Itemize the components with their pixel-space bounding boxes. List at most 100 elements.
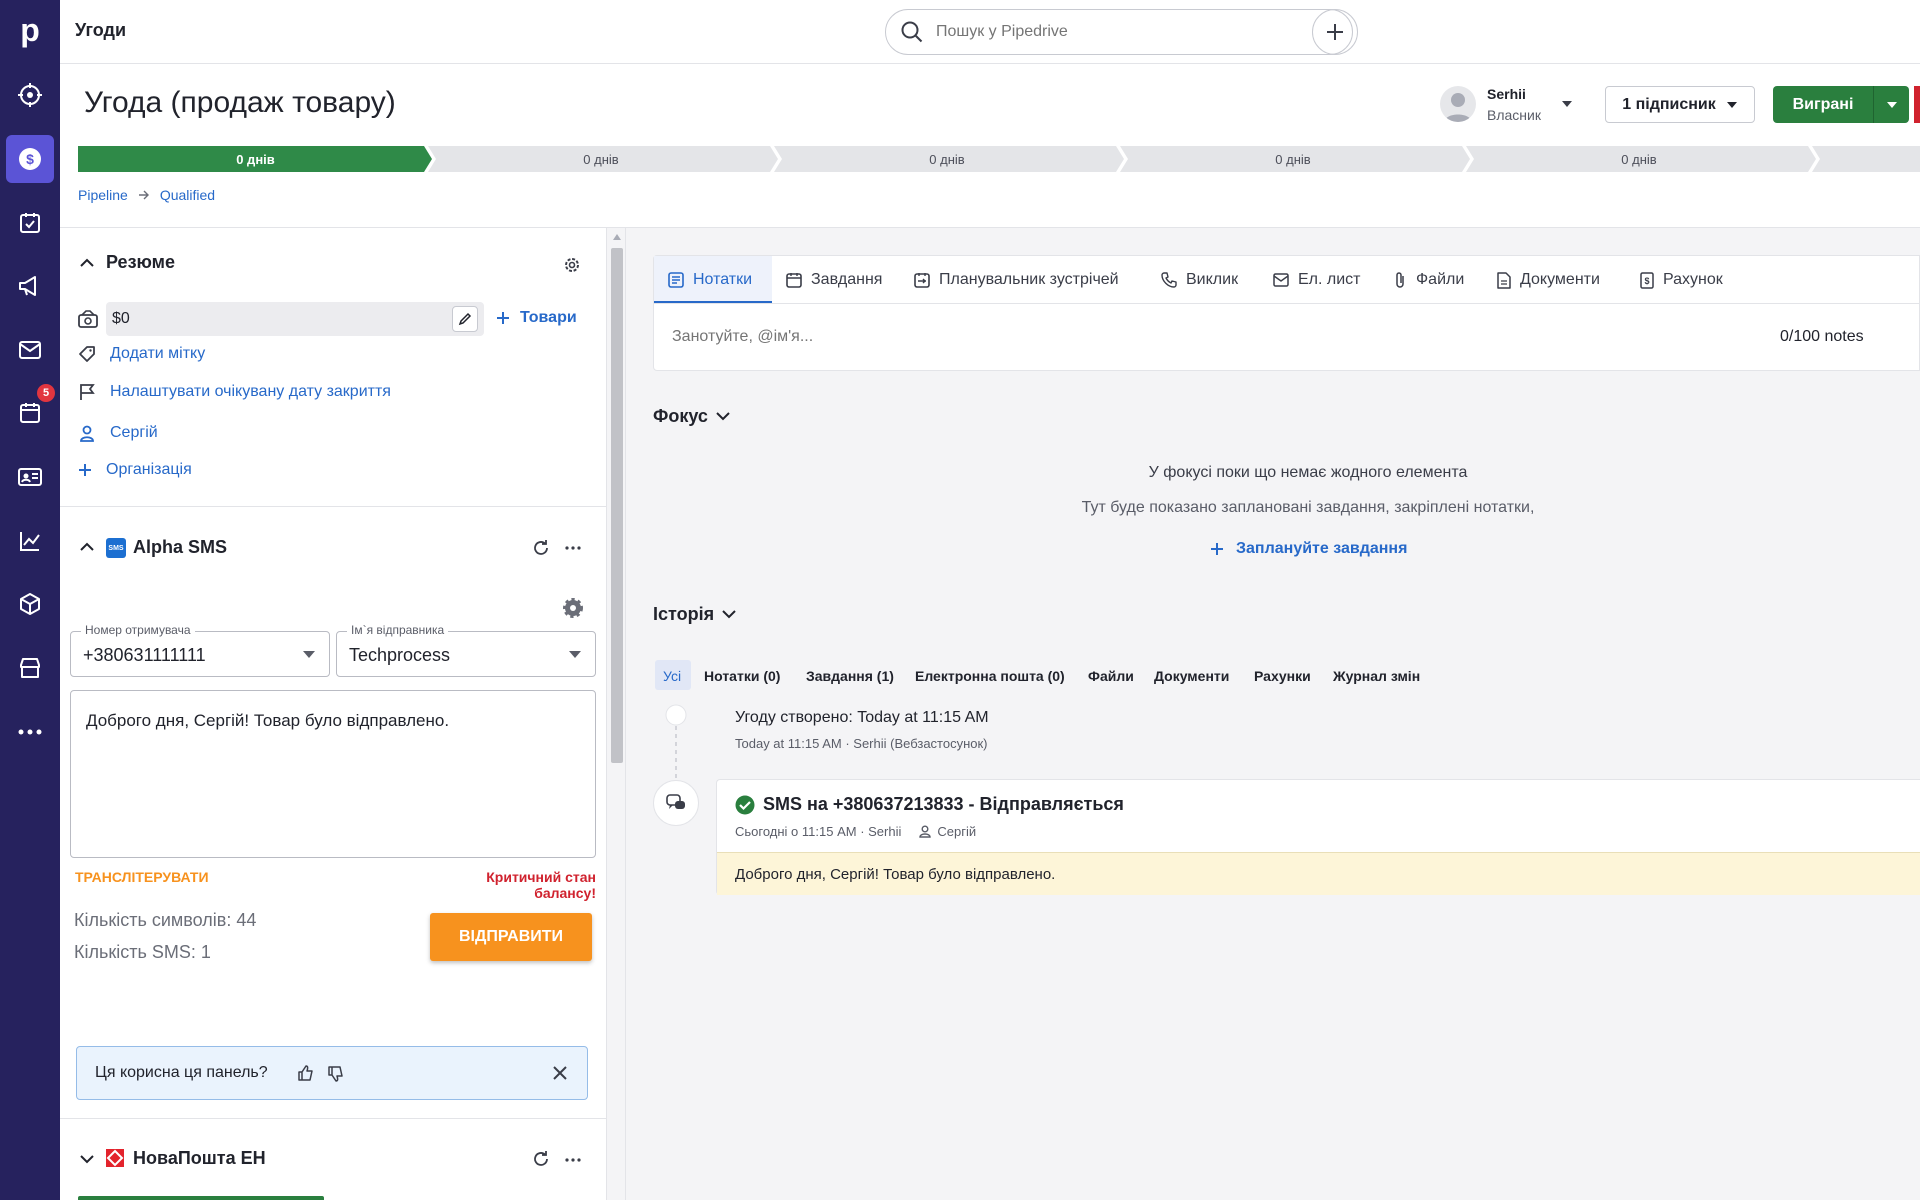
svg-text:$: $: [26, 151, 34, 167]
nova-expand-icon[interactable]: [80, 1154, 94, 1164]
alpha-sms-logo-icon: SMS: [106, 538, 126, 558]
more-icon[interactable]: [565, 1158, 581, 1162]
close-icon[interactable]: [553, 1066, 567, 1080]
nova-section-title: НоваПошта ЕН: [133, 1148, 266, 1168]
sms-message-textarea[interactable]: Доброго дня, Сергій! Товар було відправл…: [70, 690, 596, 858]
thumbs-down-icon[interactable]: [327, 1065, 345, 1083]
owner-dropdown-icon[interactable]: [1561, 100, 1573, 108]
sms-activity-meta-row: Сьогодні о 11:15 AM · Serhii Сергій: [735, 824, 976, 839]
edit-value-button[interactable]: [452, 306, 478, 332]
organization-row[interactable]: Організація: [78, 461, 192, 479]
nav-contacts-icon[interactable]: [6, 453, 54, 501]
char-count: Кількість символів: 44: [74, 910, 257, 930]
refresh-icon[interactable]: [532, 1150, 550, 1168]
feedback-question: Ця корисна ця панель?: [95, 1064, 268, 1081]
history-filter-email[interactable]: Електронна пошта (0): [915, 663, 1065, 689]
organization-link[interactable]: Організація: [106, 461, 192, 479]
person-link[interactable]: Сергій: [110, 424, 158, 442]
add-label-row[interactable]: Додати мітку: [78, 345, 205, 363]
history-filter-all[interactable]: Усі: [663, 663, 681, 689]
focus-toggle[interactable]: Фокус: [653, 406, 730, 427]
add-products-button[interactable]: Товари: [496, 309, 577, 327]
history-filter-changelog[interactable]: Журнал змін: [1333, 663, 1420, 689]
thumbs-up-icon[interactable]: [297, 1064, 315, 1082]
plus-icon: [79, 464, 91, 476]
more-icon[interactable]: [565, 546, 581, 550]
send-sms-button[interactable]: ВІДПРАВИТИ: [430, 913, 592, 961]
schedule-task-button[interactable]: Заплануйте завдання: [1210, 540, 1407, 558]
sender-value: Techprocess: [349, 645, 451, 665]
history-filter-tasks[interactable]: Завдання (1): [806, 663, 894, 689]
stage-label-1: 0 днів: [236, 151, 275, 167]
owner-role: Власник: [1487, 107, 1541, 123]
nav-more-icon[interactable]: [6, 708, 54, 756]
history-filter-files[interactable]: Файли: [1088, 663, 1134, 689]
deal-value-field[interactable]: $0: [106, 302, 484, 336]
lost-button-edge[interactable]: [1914, 86, 1920, 123]
sms-activity-body: Доброго дня, Сергій! Товар було відправл…: [717, 852, 1920, 895]
left-navigation-rail: p $ 5: [0, 0, 60, 1200]
nav-campaigns-megaphone-icon[interactable]: [6, 262, 54, 310]
sms-settings-gear-icon[interactable]: [562, 597, 584, 619]
nav-target-icon[interactable]: [6, 71, 54, 119]
sms-collapse-icon[interactable]: [80, 542, 94, 552]
nav-products-box-icon[interactable]: [6, 580, 54, 628]
refresh-icon[interactable]: [532, 539, 550, 557]
won-dropdown-button[interactable]: [1873, 86, 1909, 123]
quick-add-button[interactable]: [1312, 9, 1358, 55]
sms-activity-person[interactable]: Сергій: [919, 824, 976, 839]
chevron-down-icon: [716, 412, 730, 421]
pipedrive-logo[interactable]: p: [14, 10, 46, 50]
nav-marketplace-store-icon[interactable]: [6, 644, 54, 692]
tab-files[interactable]: Файли: [1393, 256, 1464, 304]
tab-tasks[interactable]: Завдання: [786, 256, 882, 304]
search-input[interactable]: [934, 22, 1314, 42]
summary-settings-gear-icon[interactable]: [563, 256, 581, 274]
global-search[interactable]: [885, 9, 1353, 55]
note-input[interactable]: [670, 322, 1370, 352]
breadcrumb-stage[interactable]: Qualified: [160, 187, 215, 203]
tab-email-label: Ел. лист: [1298, 271, 1361, 288]
nav-deals-dollar-icon[interactable]: $: [6, 135, 54, 183]
tab-invoice[interactable]: $ Рахунок: [1640, 256, 1723, 304]
products-label: Товари: [520, 309, 577, 326]
sidebar-scrollbar[interactable]: [606, 228, 626, 1200]
person-row[interactable]: Сергій: [78, 424, 158, 442]
check-circle-icon: [735, 795, 755, 815]
tab-scheduler[interactable]: Планувальник зустрічей: [914, 256, 1119, 304]
close-date-link[interactable]: Налаштувати очікувану дату закриття: [110, 383, 391, 401]
stage-segment-6[interactable]: [1812, 146, 1920, 172]
tab-tasks-label: Завдання: [811, 271, 883, 288]
scheduler-icon: [914, 273, 930, 288]
deal-created-meta: Today at 11:15 AM · Serhii (Вебзастосуно…: [735, 736, 988, 751]
deal-title[interactable]: Угода (продаж товару): [84, 86, 396, 120]
tab-documents[interactable]: Документи: [1497, 256, 1600, 304]
add-label-link[interactable]: Додати мітку: [110, 345, 205, 363]
pencil-icon: [458, 312, 472, 326]
summary-collapse-icon[interactable]: [80, 258, 94, 268]
sender-select[interactable]: Ім`я відправника Techprocess: [336, 623, 596, 677]
owner-avatar[interactable]: [1440, 86, 1476, 122]
history-filter-documents[interactable]: Документи: [1154, 663, 1229, 689]
history-filter-invoices[interactable]: Рахунки: [1254, 663, 1311, 689]
close-date-row[interactable]: Налаштувати очікувану дату закриття: [78, 383, 391, 401]
tab-call[interactable]: Виклик: [1161, 256, 1238, 304]
won-button[interactable]: Виграні: [1773, 86, 1873, 123]
tab-scheduler-label: Планувальник зустрічей: [939, 271, 1119, 288]
sms-activity-card[interactable]: SMS на +380637213833 - Відправляється Сь…: [716, 779, 1920, 895]
history-filter-notes[interactable]: Нотатки (0): [704, 663, 780, 689]
tab-notes[interactable]: Нотатки: [668, 256, 752, 304]
nova-action-button-edge[interactable]: [78, 1196, 324, 1200]
scroll-thumb[interactable]: [611, 248, 623, 763]
nav-mail-icon[interactable]: [6, 326, 54, 374]
transliterate-link[interactable]: ТРАНСЛІТЕРУВАТИ: [75, 869, 209, 885]
breadcrumb-pipeline[interactable]: Pipeline: [78, 187, 128, 203]
person-icon: [919, 825, 932, 838]
nav-insights-chart-icon[interactable]: [6, 517, 54, 565]
tab-email[interactable]: Ел. лист: [1273, 256, 1361, 304]
recipient-select[interactable]: Номер отримувача +380631111111: [70, 623, 330, 677]
nav-activities-checkbox-icon[interactable]: [6, 199, 54, 247]
followers-button[interactable]: 1 підписник: [1605, 86, 1755, 123]
history-toggle[interactable]: Історія: [653, 604, 736, 625]
scroll-up-icon[interactable]: [613, 234, 621, 240]
